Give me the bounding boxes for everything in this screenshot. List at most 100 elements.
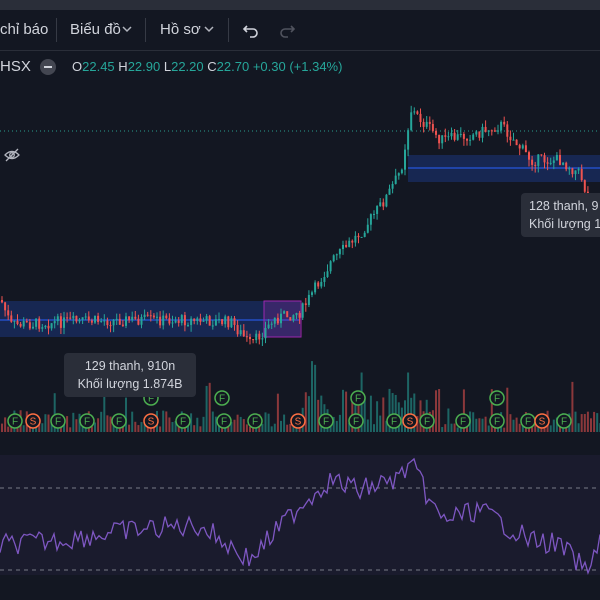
- candle-body: [425, 121, 428, 127]
- candle-body: [177, 320, 180, 323]
- marker-label: S: [30, 417, 37, 428]
- range-bars-count: 128 thanh, 9: [529, 199, 599, 213]
- marker-label: F: [221, 417, 227, 428]
- candle-body: [357, 235, 360, 238]
- foreign-marker[interactable]: F: [79, 413, 95, 429]
- volume-bar: [267, 413, 270, 432]
- marker-label: F: [494, 394, 500, 405]
- candle-body: [131, 316, 134, 321]
- candle-body: [543, 155, 546, 163]
- candle-body: [289, 317, 292, 321]
- volume-bar: [447, 408, 450, 432]
- candle-body: [416, 111, 419, 114]
- candle-body: [329, 261, 332, 272]
- foreign-marker[interactable]: F: [175, 413, 191, 429]
- candle-body: [360, 236, 363, 238]
- candle-body: [255, 333, 258, 341]
- foreign-marker[interactable]: F: [7, 413, 23, 429]
- candle-body: [53, 321, 56, 324]
- candle-body: [84, 316, 87, 318]
- foreign-marker[interactable]: F: [556, 413, 572, 429]
- candle-body: [435, 130, 437, 135]
- volume-bar: [583, 414, 586, 432]
- s-marker[interactable]: S: [402, 413, 418, 429]
- candle-body: [56, 316, 59, 322]
- volume-bar: [289, 423, 292, 432]
- s-marker[interactable]: S: [290, 413, 306, 429]
- candle-body: [227, 316, 230, 328]
- candle-body: [472, 134, 475, 140]
- candle-body: [25, 321, 28, 323]
- candle-body: [171, 322, 174, 324]
- volume-bar: [335, 420, 338, 432]
- candle-body: [317, 282, 320, 287]
- candle-body: [78, 319, 81, 322]
- foreign-marker[interactable]: F: [489, 413, 505, 429]
- candle-body: [264, 327, 267, 339]
- candle-body: [314, 282, 317, 293]
- foreign-marker[interactable]: F: [489, 390, 505, 406]
- foreign-marker[interactable]: F: [455, 413, 471, 429]
- candle-body: [205, 316, 208, 321]
- volume-bar: [97, 418, 100, 432]
- candle-body: [577, 168, 580, 171]
- foreign-marker[interactable]: F: [348, 413, 364, 429]
- candle-body: [528, 152, 530, 160]
- s-marker[interactable]: S: [534, 413, 550, 429]
- foreign-marker[interactable]: F: [111, 413, 127, 429]
- price-range-box-1[interactable]: [0, 301, 300, 337]
- candle-body: [509, 136, 512, 141]
- candle-body: [394, 175, 397, 184]
- candle-body: [493, 130, 496, 132]
- s-marker[interactable]: S: [25, 413, 41, 429]
- foreign-marker[interactable]: F: [350, 390, 366, 406]
- foreign-marker[interactable]: F: [520, 413, 536, 429]
- volume-bar: [94, 422, 96, 432]
- foreign-marker[interactable]: F: [386, 413, 402, 429]
- candle-body: [224, 316, 227, 325]
- selection-range-box[interactable]: [263, 300, 302, 338]
- marker-label: F: [84, 417, 90, 428]
- candle-body: [438, 134, 441, 144]
- candle-body: [462, 133, 465, 139]
- candle-body: [146, 314, 149, 316]
- foreign-marker[interactable]: F: [50, 413, 66, 429]
- candle-body: [521, 145, 524, 149]
- s-marker[interactable]: S: [143, 413, 159, 429]
- marker-label: F: [180, 417, 186, 428]
- volume-bar: [307, 396, 310, 432]
- candle-body: [168, 318, 171, 324]
- foreign-marker[interactable]: F: [419, 413, 435, 429]
- candle-body: [453, 132, 456, 140]
- candle-body: [478, 131, 481, 138]
- foreign-marker[interactable]: F: [214, 390, 230, 406]
- candle-body: [555, 155, 558, 161]
- candle-body: [466, 138, 468, 141]
- candle-body: [363, 232, 366, 237]
- volume-bar: [47, 414, 50, 432]
- candle-body: [307, 294, 310, 305]
- foreign-marker[interactable]: F: [318, 413, 334, 429]
- candle-body: [174, 320, 177, 323]
- volume-bar: [441, 427, 444, 432]
- volume-bar: [125, 397, 127, 432]
- candle-body: [552, 160, 555, 163]
- foreign-marker[interactable]: F: [216, 413, 232, 429]
- foreign-marker[interactable]: F: [247, 413, 263, 429]
- candle-body: [292, 315, 295, 321]
- candle-body: [490, 130, 493, 132]
- candle-body: [233, 318, 236, 325]
- volume-bar: [134, 421, 137, 432]
- candle-body: [385, 194, 388, 207]
- candle-body: [236, 324, 239, 335]
- volume-bar: [382, 397, 385, 432]
- price-chart[interactable]: F F F F F F F F F F F F F F FS S S S SF F F F: [0, 0, 600, 600]
- candle-body: [100, 320, 103, 322]
- candle-body: [202, 320, 205, 322]
- candle-body: [428, 121, 431, 124]
- candle-body: [283, 311, 286, 314]
- volume-bar: [242, 419, 245, 432]
- candle-body: [125, 316, 127, 326]
- candle-body: [500, 121, 503, 131]
- volume-bar: [280, 420, 282, 432]
